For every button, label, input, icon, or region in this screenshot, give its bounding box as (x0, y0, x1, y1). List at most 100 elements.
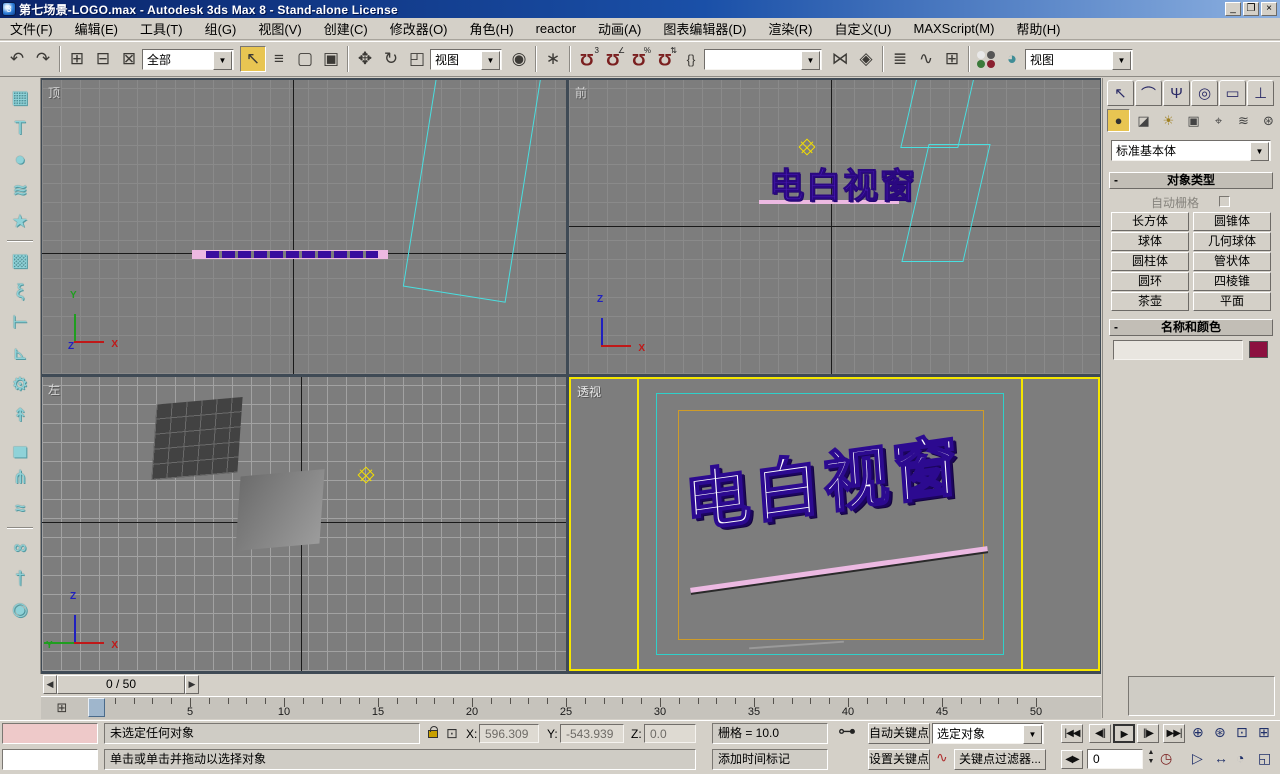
bind-to-space-warp-icon[interactable]: ⊠ (116, 46, 142, 72)
play-button-icon[interactable]: ▶ (1113, 724, 1135, 743)
select-by-name-icon[interactable]: ≡ (266, 46, 292, 72)
menu-animation[interactable]: 动画(A) (598, 19, 641, 38)
close-button-icon[interactable]: × (1261, 2, 1277, 16)
geosphere-button[interactable]: 几何球体 (1193, 232, 1271, 251)
open-mini-curve-editor-icon[interactable]: ⊞ (47, 698, 77, 718)
cloth-collection-icon[interactable]: T (5, 113, 35, 144)
restore-button-icon[interactable]: ❐ (1243, 2, 1259, 16)
rope-icon[interactable]: ∞ (5, 532, 35, 563)
deforming-mesh-icon[interactable]: ★ (5, 206, 35, 237)
frame-spinner[interactable]: ▲▼ (1145, 748, 1157, 766)
curve-editor-icon[interactable]: ∿ (913, 46, 939, 72)
key-mode-toggle-icon[interactable]: ◀▶ (1061, 750, 1083, 769)
menu-character[interactable]: 角色(H) (470, 19, 514, 38)
window-crossing-icon[interactable]: ▣ (318, 46, 344, 72)
time-slider-handle[interactable] (88, 698, 105, 717)
field-of-view-icon[interactable]: ▷ (1192, 750, 1203, 767)
shaded-plane[interactable] (151, 397, 242, 480)
time-configuration-icon[interactable]: ◷ (1160, 750, 1172, 767)
viewport-label[interactable]: 左 (48, 381, 60, 398)
tab-utilities-icon[interactable]: ⊥ (1247, 80, 1274, 106)
motor-icon[interactable]: ⚙ (5, 369, 35, 400)
menu-maxscript[interactable]: MAXScript(M) (914, 21, 995, 36)
ragdoll-icon[interactable]: † (5, 563, 35, 594)
tab-modify-icon[interactable]: ⌒ (1135, 80, 1162, 106)
category-geometry-icon[interactable]: ● (1107, 109, 1130, 132)
category-helpers-icon[interactable]: ⌖ (1207, 109, 1230, 132)
viewport-label[interactable]: 顶 (48, 84, 60, 101)
primitive-category-dropdown[interactable]: 标准基本体 (1111, 140, 1271, 161)
selection-lock-icon[interactable] (428, 730, 438, 738)
viewport-top[interactable]: Y X Z 顶 (42, 80, 566, 374)
category-shapes-icon[interactable]: ◪ (1132, 109, 1155, 132)
menu-file[interactable]: 文件(F) (10, 19, 53, 38)
minimize-button-icon[interactable]: _ (1225, 2, 1241, 16)
category-cameras-icon[interactable]: ▣ (1182, 109, 1205, 132)
arc-rotate-icon[interactable]: ◔ (1236, 750, 1244, 766)
menu-edit[interactable]: 编辑(E) (75, 19, 118, 38)
object-type-rollout-header[interactable]: - 对象类型 (1109, 172, 1273, 189)
menu-graph-editors[interactable]: 图表编辑器(D) (663, 19, 746, 38)
go-to-start-icon[interactable]: |◀◀ (1061, 724, 1083, 743)
object-name-field[interactable] (1113, 340, 1243, 360)
set-keys-icon[interactable]: ⊶ (838, 721, 856, 742)
auto-key-button[interactable]: 自动关键点 (868, 723, 930, 744)
key-filter-wave-icon[interactable]: ∿ (936, 749, 948, 766)
wind-icon[interactable]: ↟ (5, 400, 35, 431)
viewport-label[interactable]: 前 (575, 84, 587, 101)
menu-views[interactable]: 视图(V) (258, 19, 301, 38)
selection-filter-dropdown[interactable]: 全部 (142, 49, 234, 70)
fracture-icon[interactable]: ⋔ (5, 462, 35, 493)
y-coord-field[interactable]: -543.939 (560, 724, 624, 743)
min-max-toggle-icon[interactable]: ◱ (1258, 750, 1271, 767)
tab-motion-icon[interactable]: ◎ (1191, 80, 1218, 106)
add-time-tag[interactable]: 添加时间标记 (712, 749, 828, 770)
layer-manager-icon[interactable]: ≣ (887, 46, 913, 72)
linear-dashpot-icon[interactable]: ⊢ (5, 307, 35, 338)
plane-button[interactable]: 平面 (1193, 292, 1271, 311)
angular-dashpot-icon[interactable]: ⊾ (5, 338, 35, 369)
cone-button[interactable]: 圆锥体 (1193, 212, 1271, 231)
name-color-rollout-header[interactable]: - 名称和颜色 (1109, 319, 1273, 336)
angle-snap-toggle-icon[interactable]: Ω∠ (600, 46, 626, 72)
logo-object-top-view[interactable] (192, 251, 388, 258)
toy-car-icon[interactable]: ▄ (5, 431, 35, 462)
menu-group[interactable]: 组(G) (205, 19, 237, 38)
plane-helper-icon[interactable]: ▩ (5, 245, 35, 276)
menu-customize[interactable]: 自定义(U) (834, 19, 891, 38)
x-coord-field[interactable]: 596.309 (479, 724, 539, 743)
select-and-link-icon[interactable]: ⊞ (64, 46, 90, 72)
mirror-icon[interactable]: ⋈ (827, 46, 853, 72)
render-preset-dropdown[interactable]: 视图 (1025, 49, 1133, 70)
reference-coordinate-system-dropdown[interactable]: 视图 (430, 49, 502, 70)
select-and-move-icon[interactable]: ✥ (352, 46, 378, 72)
viewport-perspective[interactable]: 电白视窗 透视 (569, 377, 1100, 671)
rectangular-selection-region-icon[interactable]: ▢ (292, 46, 318, 72)
current-frame-field[interactable]: 0 (1087, 749, 1143, 769)
box-button[interactable]: 长方体 (1111, 212, 1189, 231)
shaded-plane[interactable] (235, 469, 324, 551)
timeline-prev-icon[interactable]: ◀ (43, 675, 57, 694)
z-coord-field[interactable]: 0.0 (644, 724, 696, 743)
soft-body-collection-icon[interactable]: ● (5, 144, 35, 175)
render-scene-icon[interactable]: ◕ (999, 46, 1025, 72)
pan-view-icon[interactable]: ↔ (1214, 750, 1228, 766)
edit-named-selection-sets-icon[interactable]: {} (678, 46, 704, 72)
pyramid-button[interactable]: 四棱锥 (1193, 272, 1271, 291)
undo-icon[interactable]: ↶ (4, 46, 30, 72)
zoom-extents-all-icon[interactable]: ⊞ (1258, 724, 1270, 741)
rigid-body-collection-icon[interactable]: ▦ (5, 82, 35, 113)
snap-toggle-3d-icon[interactable]: Ω3 (574, 46, 600, 72)
timeline-next-icon[interactable]: ▶ (185, 675, 199, 694)
zoom-viewport-icon[interactable]: ⊕ (1192, 724, 1204, 741)
spinner-up-icon[interactable]: ▲ (1148, 749, 1155, 756)
frame-display[interactable]: 0 / 50 (57, 675, 185, 694)
sphere-button[interactable]: 球体 (1111, 232, 1189, 251)
zoom-all-icon[interactable]: ⊛ (1214, 724, 1226, 741)
schematic-view-icon[interactable]: ⊞ (939, 46, 965, 72)
logo-text-front[interactable]: 电白视窗 (769, 158, 917, 209)
key-mode-dropdown[interactable]: 选定对象 (932, 723, 1044, 744)
menu-modifiers[interactable]: 修改器(O) (390, 19, 448, 38)
select-and-manipulate-icon[interactable]: ∗ (540, 46, 566, 72)
menu-reactor[interactable]: reactor (536, 21, 576, 36)
